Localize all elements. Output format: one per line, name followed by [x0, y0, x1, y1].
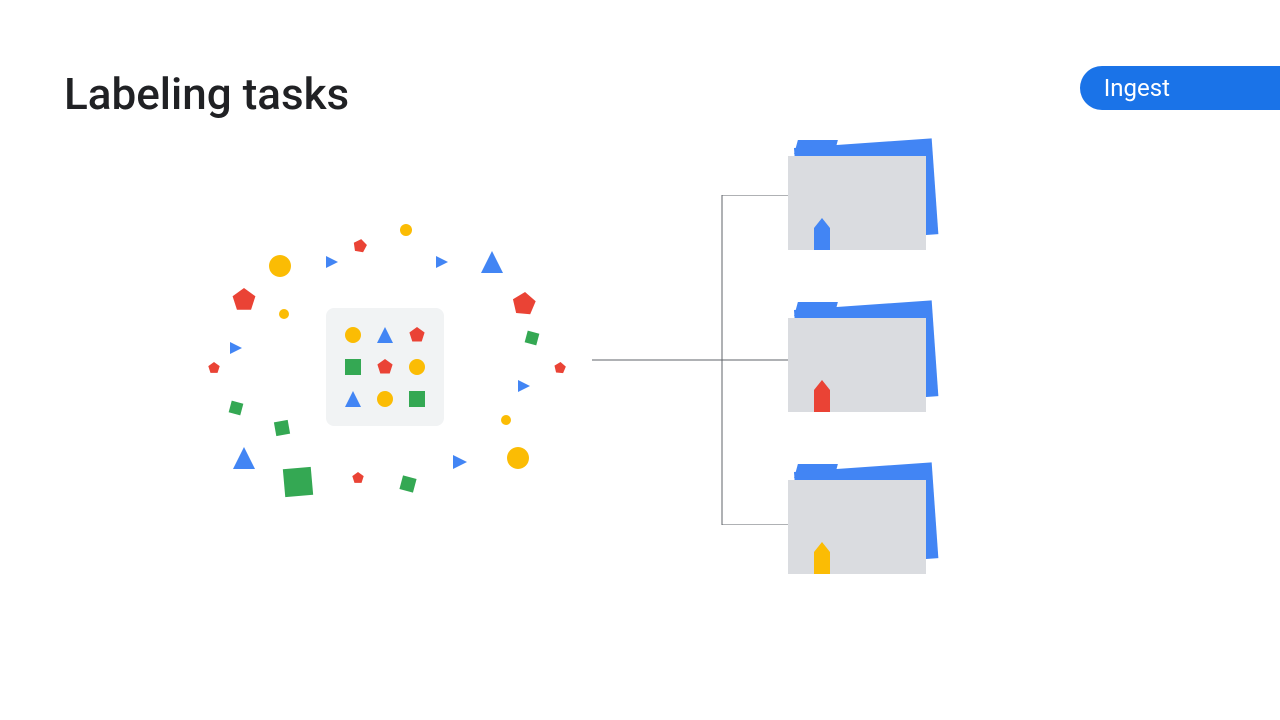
grid-pentagon-red	[374, 356, 396, 378]
triangle-right-blue-shape	[326, 256, 338, 268]
folder-yellow	[788, 464, 928, 574]
folder-blue	[788, 140, 928, 250]
square-green-shape	[229, 401, 244, 416]
folder-group	[788, 140, 938, 574]
grid-triangle-blue	[374, 324, 396, 346]
grid-circle-yellow	[406, 356, 428, 378]
folder-tag-icon	[814, 542, 830, 574]
page-title: Labeling tasks	[64, 68, 349, 120]
pentagon-red-shape	[233, 288, 256, 310]
circle-yellow-shape	[400, 224, 412, 236]
grid-circle-yellow	[342, 324, 364, 346]
folder-red	[788, 302, 928, 412]
pentagon-red-shape	[352, 472, 363, 483]
triangle-blue-shape	[481, 251, 503, 273]
folder-tag-icon	[814, 218, 830, 250]
triangle-blue-shape	[233, 447, 255, 469]
triangle-right-blue-shape	[436, 256, 448, 268]
square-green-shape	[274, 420, 290, 436]
circle-yellow-shape	[507, 447, 529, 469]
triangle-right-blue-shape	[453, 455, 467, 469]
phase-badge: Ingest	[1080, 66, 1280, 110]
folder-tag-icon	[814, 380, 830, 412]
circle-yellow-shape	[269, 255, 291, 277]
triangle-right-blue-shape	[518, 380, 530, 392]
triangle-right-blue-shape	[230, 342, 242, 354]
pentagon-red-shape	[208, 362, 219, 373]
square-green-shape	[399, 475, 416, 492]
circle-yellow-shape	[501, 415, 511, 425]
square-green-shape	[283, 467, 313, 497]
grid-square-green	[406, 388, 428, 410]
grid-circle-yellow	[374, 388, 396, 410]
grid-pentagon-red	[406, 324, 428, 346]
connector-lines	[592, 195, 788, 525]
pentagon-red-shape	[554, 362, 566, 374]
grid-triangle-blue	[342, 388, 364, 410]
pentagon-red-shape	[512, 291, 537, 315]
grid-square-green	[342, 356, 364, 378]
center-sample-grid	[326, 308, 444, 426]
square-green-shape	[525, 331, 540, 346]
circle-yellow-shape	[279, 309, 289, 319]
pentagon-red-shape	[352, 238, 367, 253]
